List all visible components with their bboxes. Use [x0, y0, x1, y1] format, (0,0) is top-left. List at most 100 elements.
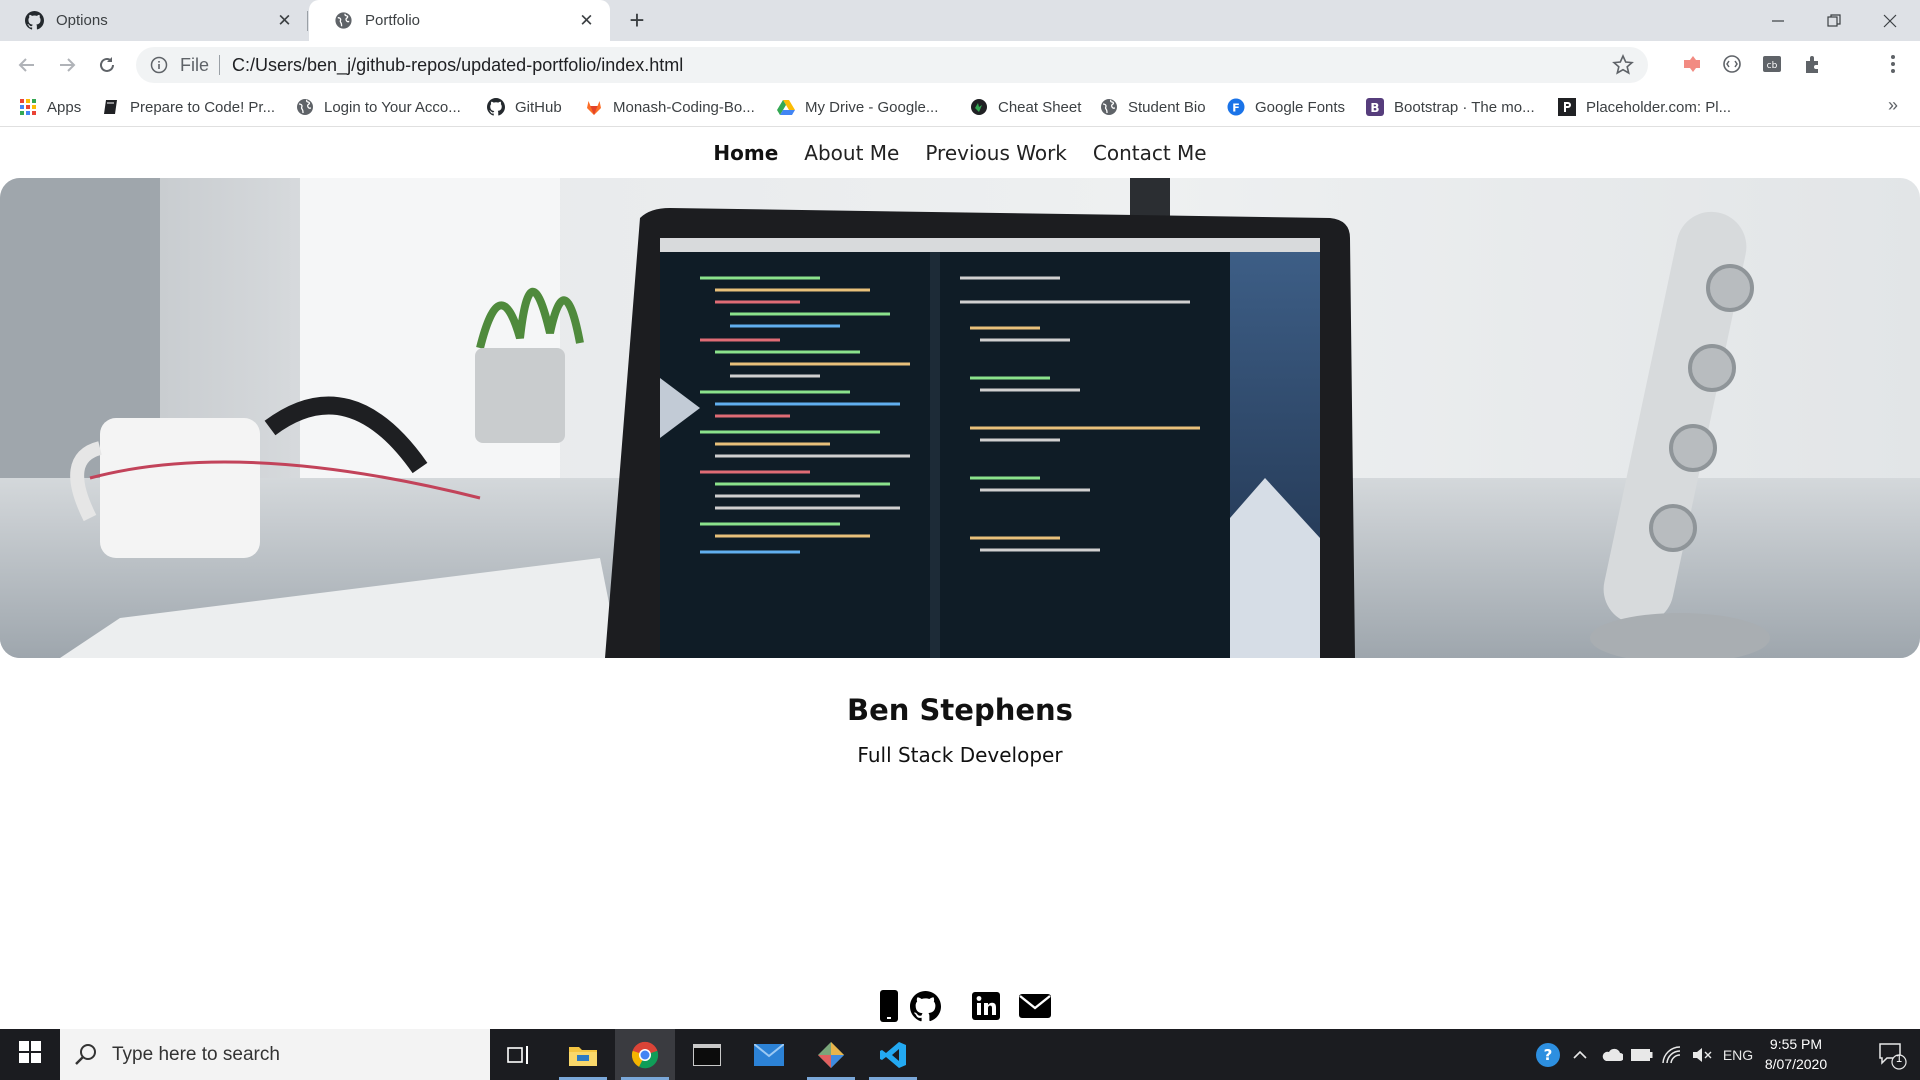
svg-text:?: ?: [1544, 1046, 1553, 1064]
profile-role: Full Stack Developer: [857, 743, 1063, 767]
taskbar-search-box[interactable]: Type here to search: [60, 1029, 490, 1080]
mail-icon[interactable]: [739, 1029, 799, 1080]
windows-taskbar: Type here to search ? ENG 9:55 PM 8/07/2…: [0, 1029, 1920, 1080]
bookmark-prepare-to-code[interactable]: Prepare to Code! Pr...: [101, 89, 275, 125]
cheat-sheet-icon: [969, 98, 988, 117]
file-explorer-icon[interactable]: [553, 1029, 613, 1080]
bookmark-label: Student Bio: [1128, 98, 1206, 116]
start-button[interactable]: [0, 1029, 60, 1080]
battery-icon[interactable]: [1628, 1029, 1656, 1080]
book-icon: [101, 98, 120, 117]
onedrive-cloud-icon[interactable]: [1598, 1029, 1626, 1080]
bookmark-github[interactable]: GitHub: [486, 89, 562, 125]
chrome-icon[interactable]: [615, 1029, 675, 1080]
bookmark-label: Bootstrap · The mo...: [1394, 98, 1535, 116]
more-bookmarks-icon[interactable]: »: [1888, 95, 1898, 116]
bookmark-student-bio[interactable]: Student Bio: [1099, 89, 1206, 125]
extensions-puzzle-icon[interactable]: [1800, 51, 1826, 77]
vscode-icon[interactable]: [863, 1029, 923, 1080]
linkedin-icon[interactable]: [961, 989, 1011, 1023]
close-window-icon[interactable]: [1862, 0, 1918, 41]
extension-ringed-icon[interactable]: [1719, 51, 1745, 77]
bookmark-placeholder[interactable]: Placeholder.com: Pl...: [1557, 89, 1731, 125]
close-tab-icon[interactable]: ✕: [577, 11, 596, 30]
svg-text:F: F: [1232, 102, 1240, 115]
globe-icon: [295, 98, 314, 117]
new-tab-icon[interactable]: +: [625, 7, 649, 33]
bookmark-google-fonts[interactable]: F Google Fonts: [1226, 89, 1345, 125]
bookmark-star-icon[interactable]: [1612, 54, 1634, 76]
wifi-icon[interactable]: [1658, 1029, 1686, 1080]
nav-about-link[interactable]: About Me: [804, 141, 899, 165]
action-center-icon[interactable]: 1: [1864, 1029, 1920, 1080]
search-icon: [74, 1043, 98, 1067]
google-fonts-icon: F: [1226, 98, 1245, 117]
address-scheme-label: File: [180, 54, 210, 75]
extension-record-icon[interactable]: [1679, 51, 1705, 77]
bookmark-login[interactable]: Login to Your Acco...: [295, 89, 461, 125]
nav-previous-work-link[interactable]: Previous Work: [925, 141, 1067, 165]
clock-time: 9:55 PM: [1769, 1036, 1823, 1052]
chrome-menu-icon[interactable]: [1880, 51, 1906, 77]
bookmark-label: GitHub: [515, 98, 562, 116]
bookmark-label: Monash-Coding-Bo...: [613, 98, 755, 116]
extension-cb-icon[interactable]: cb: [1759, 51, 1785, 77]
taskbar-clock[interactable]: 9:55 PM 8/07/2020: [1752, 1034, 1840, 1074]
bookmark-my-drive[interactable]: My Drive - Google...: [776, 89, 938, 125]
bookmark-apps[interactable]: Apps: [18, 89, 81, 125]
reload-icon[interactable]: [95, 53, 119, 77]
apps-grid-icon: [18, 98, 37, 117]
site-navbar: Home About Me Previous Work Contact Me: [0, 127, 1920, 179]
help-icon[interactable]: ?: [1530, 1029, 1566, 1080]
bookmark-bootstrap[interactable]: B Bootstrap · The mo...: [1365, 89, 1535, 125]
svg-text:B: B: [1370, 101, 1379, 115]
nav-home-link[interactable]: Home: [713, 141, 778, 165]
show-hidden-icons-chevron[interactable]: [1568, 1029, 1592, 1080]
hero-image: [0, 178, 1920, 658]
bookmark-label: Placeholder.com: Pl...: [1586, 98, 1732, 116]
bookmark-cheat-sheet[interactable]: Cheat Sheet: [969, 89, 1081, 125]
github-icon: [486, 98, 505, 117]
bookmark-label: Cheat Sheet: [998, 98, 1082, 116]
task-view-icon[interactable]: [489, 1029, 549, 1080]
clock-date: 8/07/2020: [1764, 1056, 1828, 1072]
svg-text:cb: cb: [1767, 61, 1778, 71]
tab-options[interactable]: Options ✕: [0, 0, 308, 41]
restore-icon[interactable]: [1806, 0, 1862, 41]
search-placeholder: Type here to search: [112, 1043, 280, 1065]
email-icon[interactable]: [1010, 989, 1060, 1023]
terminal-icon[interactable]: [677, 1029, 737, 1080]
globe-icon: [1099, 98, 1118, 117]
tab-portfolio[interactable]: Portfolio ✕: [309, 0, 610, 41]
tab-divider: [307, 11, 308, 31]
volume-muted-icon[interactable]: [1688, 1029, 1716, 1080]
browser-toolbar: File C:/Users/ben_j/github-repos/updated…: [0, 41, 1920, 118]
bookmark-label: Apps: [47, 98, 82, 116]
close-tab-icon[interactable]: ✕: [275, 11, 294, 30]
gitlab-icon: [584, 98, 603, 117]
github-icon[interactable]: [900, 989, 950, 1023]
forward-icon[interactable]: [55, 53, 79, 77]
address-divider: [219, 55, 221, 75]
address-bar[interactable]: File C:/Users/ben_j/github-repos/updated…: [136, 47, 1648, 83]
back-icon[interactable]: [15, 53, 39, 77]
browser-tab-strip: Options ✕ Portfolio ✕ +: [0, 0, 1920, 41]
address-url[interactable]: C:/Users/ben_j/github-repos/updated-port…: [232, 55, 683, 76]
git-kraken-icon[interactable]: [801, 1029, 861, 1080]
github-icon: [25, 11, 44, 30]
tab-title: Options: [56, 12, 108, 29]
bookmarks-bar: Apps Prepare to Code! Pr... Login to You…: [0, 89, 1920, 127]
globe-icon: [334, 11, 353, 30]
profile-name: Ben Stephens: [847, 693, 1073, 727]
placeholder-icon: [1557, 98, 1576, 117]
tab-title: Portfolio: [365, 12, 421, 29]
nav-contact-link[interactable]: Contact Me: [1093, 141, 1207, 165]
site-info-icon[interactable]: [150, 56, 168, 74]
bootstrap-icon: B: [1365, 98, 1384, 117]
bookmark-label: Login to Your Acco...: [324, 98, 461, 116]
bookmark-monash[interactable]: Monash-Coding-Bo...: [584, 89, 755, 125]
notification-count: 1: [1896, 1053, 1903, 1065]
minimize-icon[interactable]: [1750, 0, 1806, 41]
windows-logo-icon: [19, 1041, 41, 1068]
bookmark-label: My Drive - Google...: [805, 98, 939, 116]
